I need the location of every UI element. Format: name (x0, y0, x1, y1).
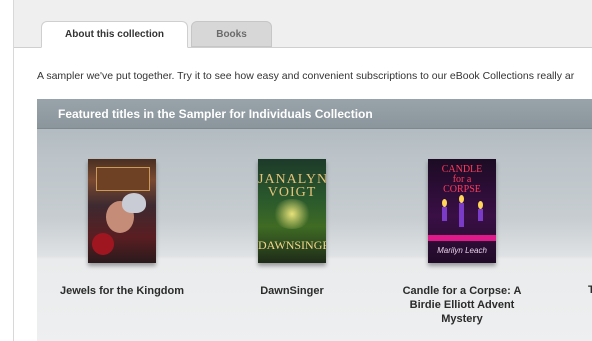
book-cover[interactable]: JANALYN VOIGT DAWNSINGER (258, 159, 326, 263)
book-cover[interactable] (88, 159, 156, 263)
flame-graphic (442, 199, 447, 207)
cover-author-text: DAWNSINGER (258, 238, 326, 252)
flame-graphic (459, 195, 464, 203)
tab-bar: About this collection Books (14, 0, 592, 48)
candle-graphic (442, 207, 447, 221)
cover-title-text: CANDLE for a CORPSE (441, 164, 483, 195)
book-title-partial[interactable]: T (588, 284, 592, 296)
panel-header: Featured titles in the Sampler for Indiv… (37, 99, 592, 129)
collection-description: A sampler we've put together. Try it to … (37, 70, 575, 82)
cover-title-text: JANALYN VOIGT (258, 172, 326, 200)
candle-graphic (478, 209, 483, 221)
featured-titles-panel: Featured titles in the Sampler for Indiv… (37, 99, 592, 341)
cover-author-text: Marilyn Leach (437, 246, 487, 255)
book-item[interactable]: JANALYN VOIGT DAWNSINGER DawnSinger (222, 159, 362, 298)
flame-graphic (478, 201, 483, 209)
cover-glow-graphic (272, 199, 312, 229)
candle-graphic (459, 203, 464, 227)
book-title[interactable]: DawnSinger (222, 284, 362, 298)
cover-band-graphic (428, 235, 496, 241)
cover-sign-graphic (96, 167, 150, 191)
left-divider (13, 0, 14, 341)
book-title[interactable]: Jewels for the Kingdom (52, 284, 192, 298)
book-cover[interactable]: CANDLE for a CORPSE Marilyn Leach (428, 159, 496, 263)
tab-about-collection[interactable]: About this collection (41, 21, 188, 48)
cover-figure-graphic (122, 193, 146, 213)
panel-title: Featured titles in the Sampler for Indiv… (58, 107, 373, 121)
book-item[interactable]: CANDLE for a CORPSE Marilyn Leach Candle… (392, 159, 532, 326)
tab-books[interactable]: Books (191, 21, 272, 47)
book-title[interactable]: Candle for a Corpse: A Birdie Elliott Ad… (392, 284, 532, 326)
book-item[interactable]: Jewels for the Kingdom (52, 159, 192, 298)
cover-rose-graphic (92, 233, 114, 255)
